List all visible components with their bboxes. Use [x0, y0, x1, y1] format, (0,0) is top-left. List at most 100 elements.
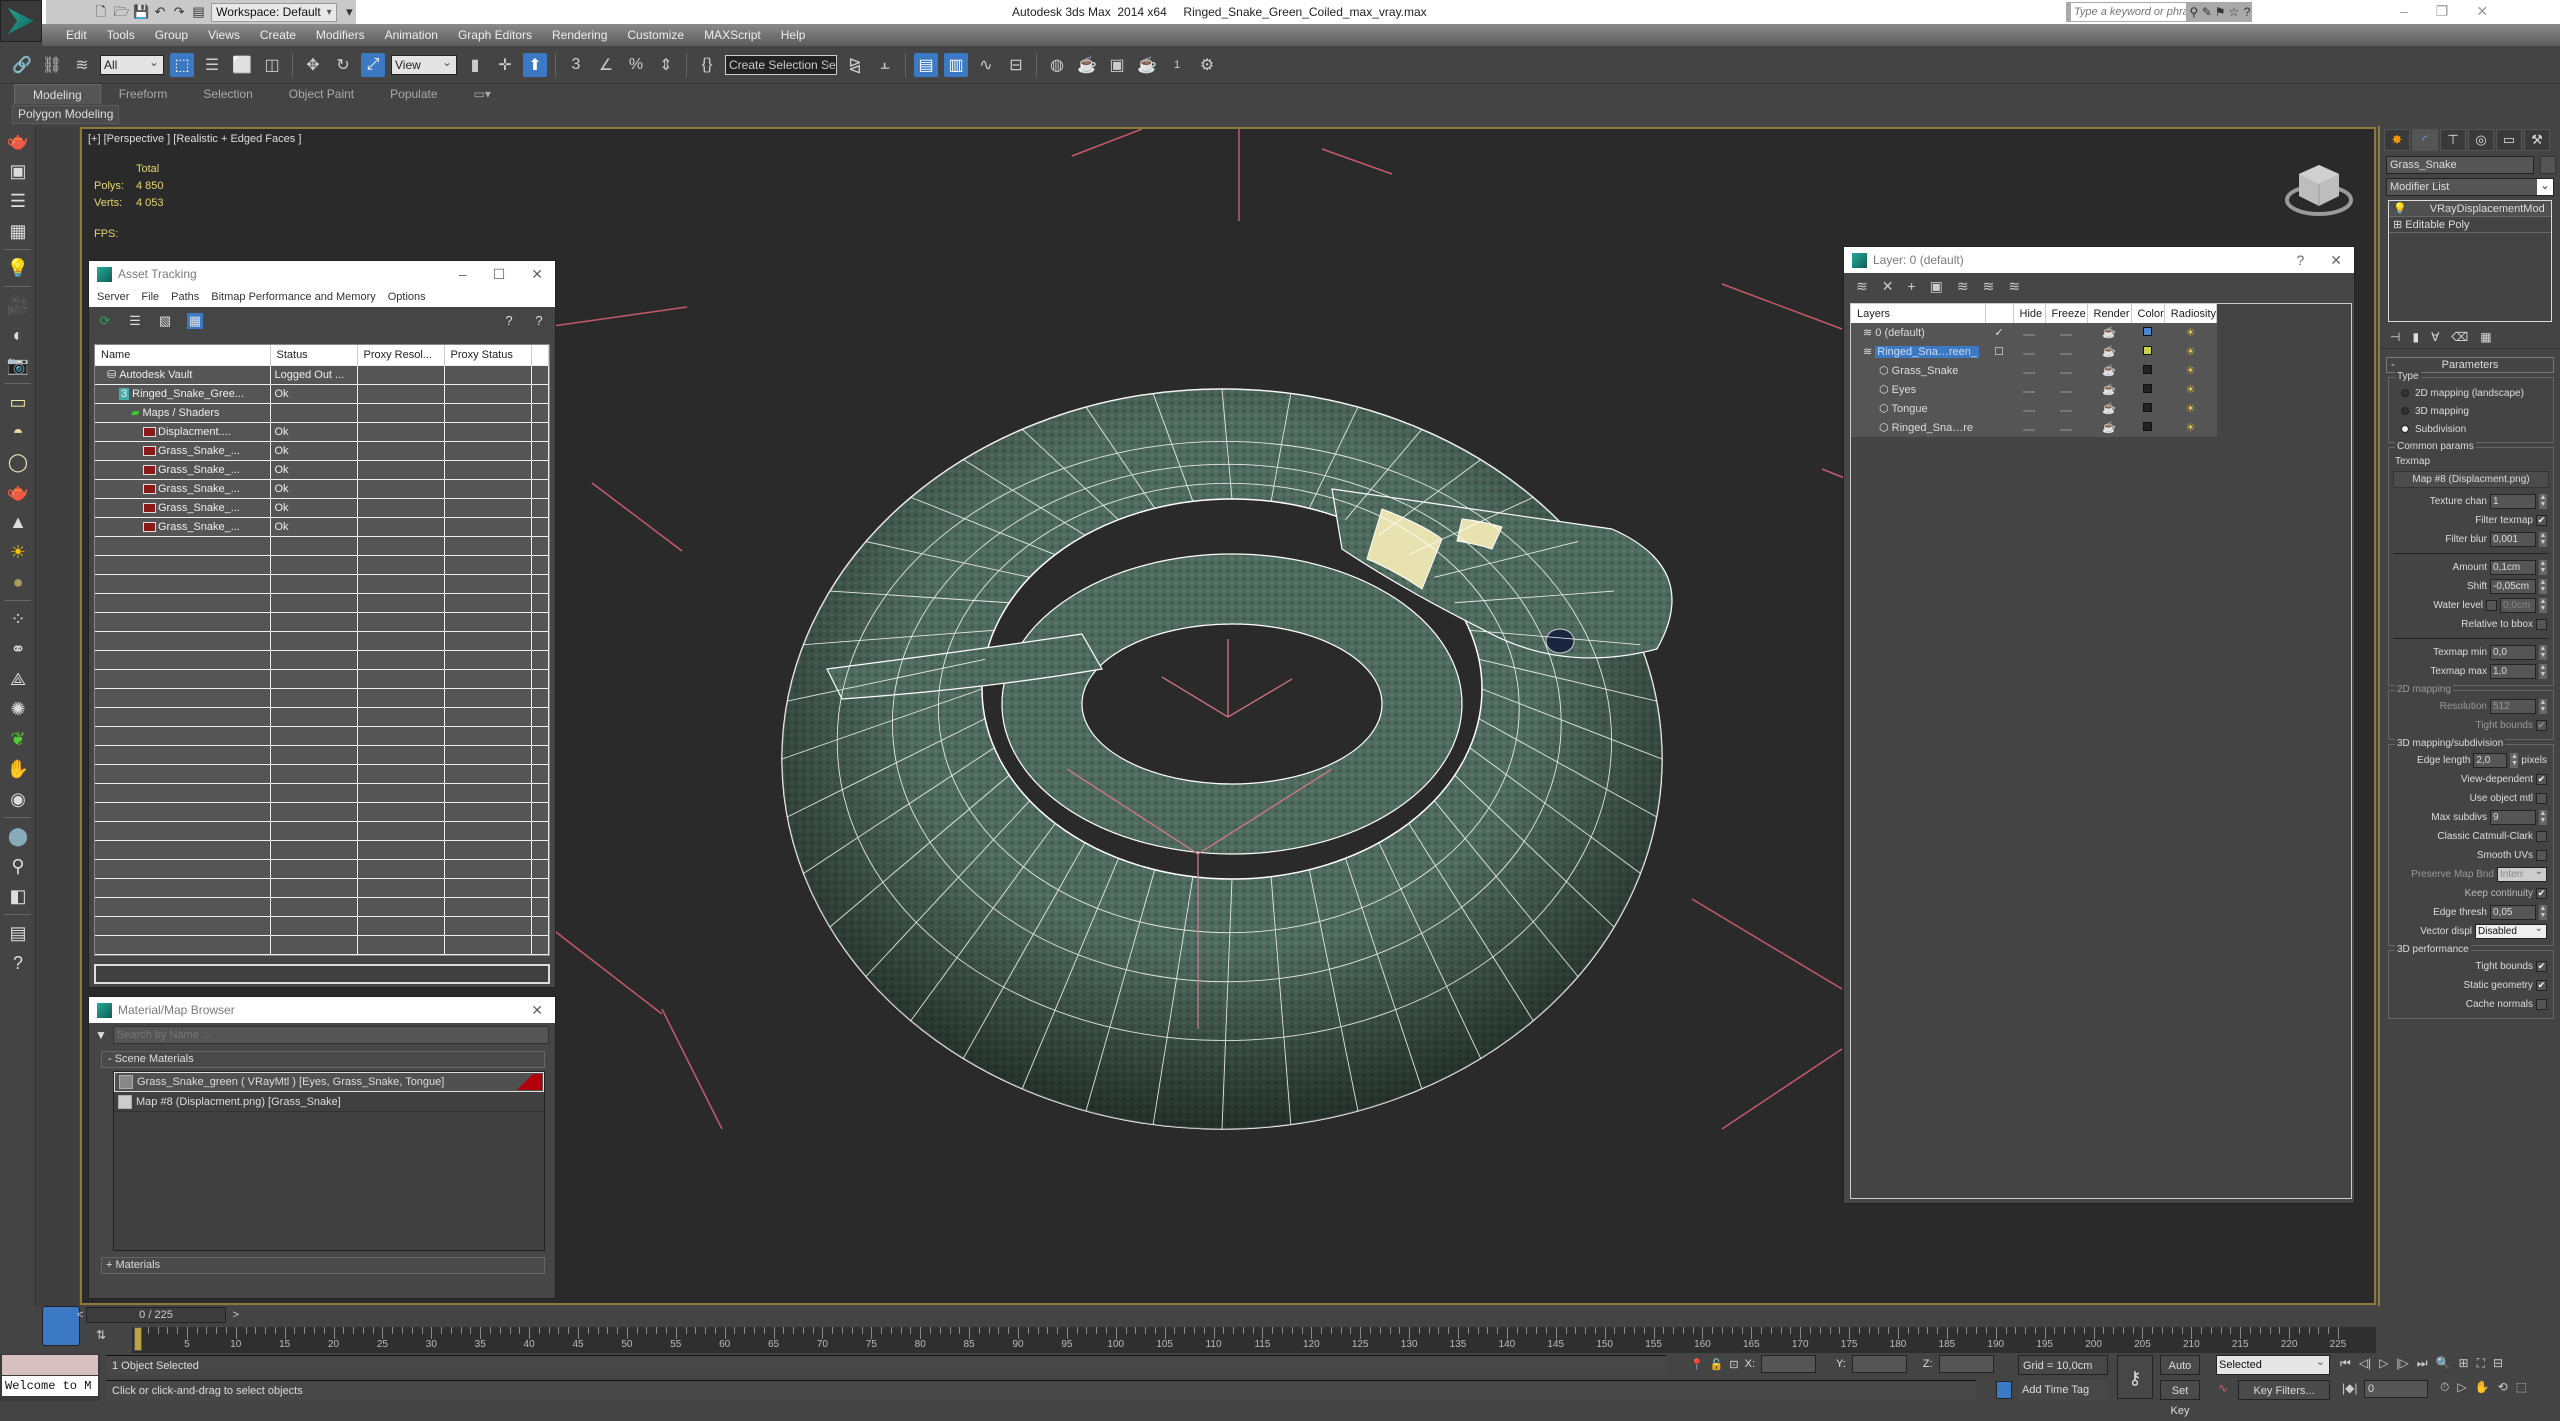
layer-row[interactable]: ⬡ Eyes ☕ ☀ [1851, 380, 2217, 399]
menu-edit[interactable]: Edit [56, 28, 97, 42]
column-radiosity[interactable]: Radiosity [2164, 304, 2218, 323]
expand-icon[interactable]: ⊞ [2393, 219, 2402, 231]
asset-tracking-titlebar[interactable]: Asset Tracking – ☐ ✕ [89, 261, 555, 287]
asset-row[interactable]: Grass_Snake_... Ok [95, 459, 549, 480]
asset-path-field[interactable] [94, 964, 550, 984]
stack-item-editable-poly[interactable]: ⊞ Editable Poly [2389, 217, 2551, 233]
minimize-button[interactable]: – [2400, 3, 2408, 20]
time-slider-track[interactable] [80, 1306, 2376, 1326]
highlight-layer-icon[interactable]: ≋ [1983, 278, 1995, 295]
resolution-spinner[interactable]: Resolution 512 ▲ ▼ [2393, 697, 2549, 716]
menu-bitmap-performance[interactable]: Bitmap Performance and Memory [211, 291, 375, 303]
close-button[interactable]: ✕ [531, 266, 543, 283]
curve-editor-icon[interactable]: ∿ [974, 53, 998, 77]
asset-row[interactable]: 3 Ringed_Snake_Gree... Ok [95, 383, 549, 404]
radio-subdivision[interactable]: Subdivision [2393, 420, 2549, 438]
menu-group[interactable]: Group [145, 28, 198, 42]
restore-button[interactable]: ❐ [2436, 3, 2449, 20]
select-layer-icon[interactable]: ≋ [1957, 278, 1969, 295]
selection-filter-dropdown[interactable]: All [100, 53, 164, 75]
redo-icon[interactable]: ↷ [173, 5, 186, 19]
render-toggle-icon[interactable]: ☕ [2087, 361, 2131, 380]
orbit-icon[interactable]: ⟲ [2498, 1380, 2508, 1395]
help-button[interactable]: ? [2296, 252, 2304, 269]
tab-populate[interactable]: Populate [372, 84, 455, 104]
catmull-clark-checkbox[interactable]: Classic Catmull-Clark [2393, 827, 2549, 846]
render-toggle-icon[interactable]: ☕ [2087, 323, 2131, 342]
favorites-icon[interactable]: ☆ [2229, 5, 2240, 19]
close-button[interactable]: ✕ [2330, 252, 2342, 269]
menu-file[interactable]: File [141, 291, 159, 303]
layer-color-swatch[interactable] [2131, 361, 2165, 380]
mesh-light-icon[interactable]: 🫖 [0, 477, 36, 507]
help-icon[interactable]: ? [501, 313, 517, 329]
refresh-icon[interactable]: ⟳ [97, 313, 113, 329]
close-button[interactable]: ✕ [2476, 3, 2488, 20]
timeline-ruler[interactable]: 0510152025303540455055606570758085909510… [132, 1327, 2376, 1353]
menu-modifiers[interactable]: Modifiers [306, 28, 375, 42]
layer-color-swatch[interactable] [2131, 418, 2165, 437]
relative-bbox-checkbox[interactable]: Relative to bbox [2393, 615, 2549, 634]
auto-key-button[interactable]: Auto Key [2160, 1355, 2200, 1392]
column-render[interactable]: Render [2087, 304, 2132, 323]
current-frame-field[interactable]: 0 [2364, 1380, 2428, 1398]
layer-color-swatch[interactable] [2131, 342, 2165, 361]
radiosity-sun-icon[interactable]: ☀ [2164, 361, 2217, 380]
edge-thresh-spinner[interactable]: Edge thresh 0,05 ▲ ▼ [2393, 903, 2549, 922]
material-browser-titlebar[interactable]: Material/Map Browser ✕ [89, 997, 555, 1023]
tab-freeform[interactable]: Freeform [101, 84, 186, 104]
column-proxy-resolution[interactable]: Proxy Resol... [357, 345, 445, 365]
align-icon[interactable]: ⫠ [873, 53, 897, 77]
previous-key-icon[interactable]: ◁| [2359, 1356, 2371, 1371]
menu-create[interactable]: Create [250, 28, 306, 42]
select-and-link-icon[interactable]: 🔗 [10, 53, 34, 77]
render-toggle-icon[interactable]: ☕ [2087, 418, 2131, 437]
layer-row[interactable]: ≋ 0 (default) ✓ ☕ ☀ [1851, 323, 2217, 342]
asset-row[interactable]: Grass_Snake_... Ok [95, 478, 549, 499]
column-name[interactable]: Name [95, 345, 271, 365]
motion-tab-icon[interactable]: ◎ [2468, 129, 2494, 151]
max-subdivs-spinner[interactable]: Max subdivs 9 ▲ ▼ [2393, 808, 2549, 827]
object-color-swatch[interactable] [2540, 156, 2556, 174]
menu-options[interactable]: Options [388, 291, 426, 303]
zoom-icon[interactable]: 🔍 [2436, 1356, 2451, 1371]
y-coordinate-field[interactable] [1851, 1355, 1907, 1373]
grass-icon[interactable]: ❦ [0, 724, 36, 754]
save-icon[interactable]: 💾 [133, 5, 149, 19]
next-key-icon[interactable]: |▷ [2396, 1356, 2408, 1371]
prev-frame-icon[interactable]: < [77, 1308, 83, 1322]
maximize-viewport-icon[interactable]: ⬚ [2516, 1380, 2527, 1395]
isolate-selection-icon[interactable]: 📍 [1690, 1358, 1704, 1371]
percent-snap-icon[interactable]: % [624, 53, 648, 77]
material-editor-icon[interactable]: ◍ [1045, 53, 1069, 77]
customize-qat-icon[interactable]: ▾ [343, 5, 356, 19]
table-view-icon[interactable]: ▦ [187, 313, 203, 329]
zoom-extents-icon[interactable]: ⛶ [2477, 1356, 2485, 1371]
rendered-frame-window-icon[interactable]: ▣ [1105, 53, 1129, 77]
layer-settings-icon[interactable]: ≋ [2008, 278, 2020, 295]
layer-color-swatch[interactable] [2131, 380, 2165, 399]
metaball-icon[interactable]: ⚭ [0, 634, 36, 664]
vray-frame-buffer-icon[interactable]: ⚙ [1195, 53, 1219, 77]
radiosity-sun-icon[interactable]: ☀ [2164, 323, 2217, 342]
tab-selection[interactable]: Selection [185, 84, 270, 104]
menu-customize[interactable]: Customize [617, 28, 694, 42]
browser-options-icon[interactable]: ▼ [95, 1028, 107, 1042]
edge-length-spinner[interactable]: Edge length 2,0 ▲ ▼ pixels [2393, 751, 2549, 770]
layer-color-swatch[interactable] [2131, 323, 2165, 342]
add-to-layer-icon[interactable]: + [1907, 278, 1915, 294]
freeze-toggle[interactable] [2045, 380, 2087, 399]
current-layer-toggle[interactable] [1985, 380, 2013, 399]
column-color[interactable]: Color [2131, 304, 2165, 323]
script-editor-icon[interactable]: ▤ [0, 918, 36, 948]
undo-icon[interactable]: ↶ [153, 5, 166, 19]
hierarchy-tab-icon[interactable]: ⊤ [2440, 129, 2466, 151]
field-of-view-icon[interactable]: ▷ [2457, 1380, 2466, 1395]
selection-lock-icon[interactable]: 🔓 [1710, 1358, 1724, 1371]
window-crossing-icon[interactable]: ◫ [260, 53, 284, 77]
column-proxy-status[interactable]: Proxy Status [444, 345, 532, 365]
set-keys-icon[interactable]: ⚷ [2117, 1355, 2153, 1399]
x-coordinate-field[interactable] [1761, 1355, 1817, 1373]
asset-row[interactable]: ▰ Maps / Shaders [95, 402, 549, 423]
render-toggle-icon[interactable]: ☕ [2087, 399, 2131, 418]
